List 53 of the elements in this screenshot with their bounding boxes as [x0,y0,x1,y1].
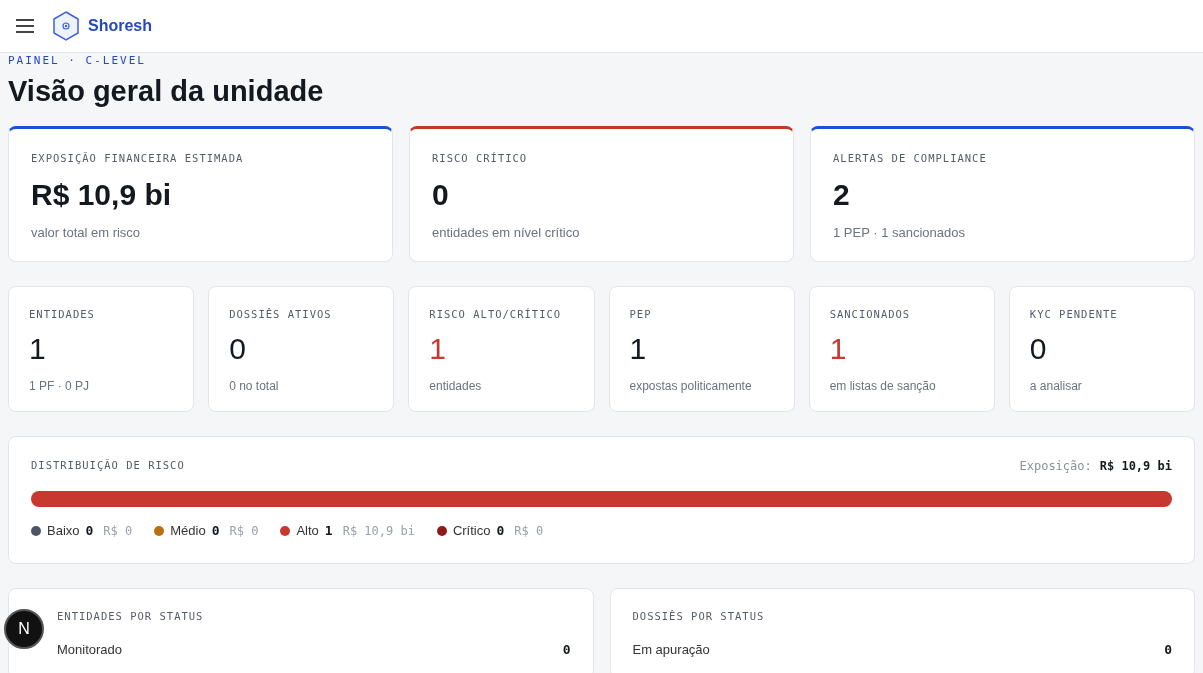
breadcrumb: PAINEL · C-LEVEL [8,55,147,67]
stat-value: 0 [1029,330,1048,367]
section-title: DISTRIBUIÇÃO DE RISCO [31,458,185,474]
stat-caption: a analisar [1029,377,1083,395]
metric-caption: entidades em nível crítico [432,223,581,242]
legend-amount: R$ 10,9 bi [342,522,415,540]
stat-caption: em listas de sanção [829,377,937,395]
metric-label: EXPOSIÇÃO FINANCEIRA ESTIMADA [31,151,245,166]
legend-count: 0 [496,522,505,540]
page-title: Visão geral da unidade [8,74,325,109]
metric-label: RISCO CRÍTICO [432,151,529,166]
legend-amount: R$ 0 [514,522,544,540]
stat-value: 1 [429,330,447,367]
legend-name: Crítico [452,522,491,540]
stat-label: SANCIONADOS [829,307,912,322]
legend-count: 0 [85,522,94,540]
menu-icon[interactable] [16,16,36,36]
stat-caption: entidades [429,377,483,395]
stat-label: ENTIDADES [29,307,96,322]
stat-caption: 1 PF · 0 PJ [29,377,91,395]
status-label: Monitorado [57,641,123,660]
metric-value: 0 [432,176,450,213]
stat-value: 1 [829,330,848,367]
stat-caption: 0 no total [229,377,280,395]
stat-caption: expostas politicamente [629,377,753,395]
metric-value: 2 [833,176,851,213]
stat-label: DOSSIÊS ATIVOS [229,307,333,322]
brand-name[interactable]: Shoresh [88,14,152,38]
stat-label: KYC PENDENTE [1029,307,1119,322]
exposure-value: R$ 10,9 bi [1099,458,1172,475]
metric-caption: 1 PEP · 1 sancionados [833,223,966,242]
stat-value: 1 [629,330,648,367]
metric-label: ALERTAS DE COMPLIANCE [833,151,988,166]
legend-name: Baixo [47,522,80,540]
status-count: 0 [1164,641,1172,660]
legend-count: 0 [211,522,220,540]
metric-caption: valor total em risco [31,223,142,242]
legend-count: 1 [324,522,333,540]
stat-label: PEP [629,307,653,322]
status-count: 0 [562,641,571,660]
stat-value: 1 [29,330,47,367]
metric-value: R$ 10,9 bi [31,176,173,213]
stat-label: RISCO ALTO/CRÍTICO [429,307,563,322]
status-label: Em apuração [632,641,710,660]
exposure-label: Exposição: [1019,458,1092,475]
legend-name: Alto [296,522,319,540]
legend-amount: R$ 0 [103,522,133,540]
section-title: ENTIDADES POR STATUS [57,608,205,624]
stat-value: 0 [229,330,247,367]
section-title: DOSSIÊS POR STATUS [632,608,766,624]
legend-name: Médio [170,522,206,540]
hexagon-logo-icon [52,11,80,41]
legend-amount: R$ 0 [229,522,259,540]
